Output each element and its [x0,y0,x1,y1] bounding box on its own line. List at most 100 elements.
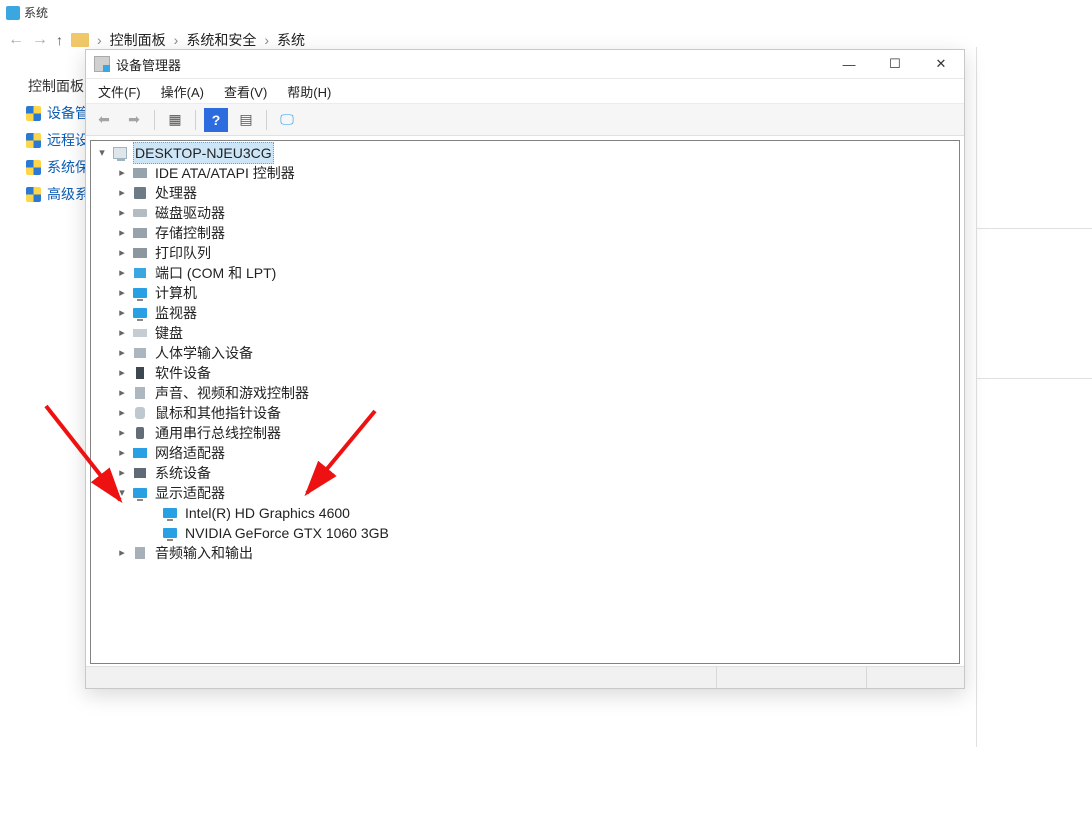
toolbar-scan-button[interactable]: 🖵 [275,108,299,132]
tree-twisty-icon[interactable]: ▸ [115,323,129,343]
tree-twisty-icon[interactable]: ▸ [115,463,129,483]
tree-twisty-icon[interactable]: ▸ [115,343,129,363]
tree-twisty-icon[interactable]: ▸ [115,263,129,283]
dm-toolbar: ⬅ ➡ ▦ ? ▤ 🖵 [86,104,964,136]
drive-icon [131,225,149,241]
tree-twisty-icon[interactable]: ▸ [115,543,129,563]
sys-icon [131,465,149,481]
tree-node-label[interactable]: 打印队列 [153,243,213,263]
tree-twisty-icon[interactable]: ▸ [115,243,129,263]
monitor-icon [131,285,149,301]
right-sep [976,228,1092,229]
tree-category-node[interactable]: ▸ 监视器 [95,303,959,323]
tree-category-node[interactable]: ▸ 声音、视频和游戏控制器 [95,383,959,403]
sw-icon [131,365,149,381]
menu-help[interactable]: 帮助(H) [287,82,331,101]
hid-icon [131,345,149,361]
tree-node-label[interactable]: 键盘 [153,323,185,343]
tree-node-label[interactable]: 磁盘驱动器 [153,203,227,223]
toolbar-show-hide-button[interactable]: ▦ [163,108,187,132]
tree-twisty-icon[interactable]: ▸ [115,363,129,383]
tree-category-node[interactable]: ▸ 键盘 [95,323,959,343]
tree-category-node[interactable]: ▸ 磁盘驱动器 [95,203,959,223]
kbd-icon [131,325,149,341]
tree-twisty-icon[interactable]: ▾ [95,143,109,163]
tree-node-label[interactable]: 鼠标和其他指针设备 [153,403,283,423]
nav-forward-icon[interactable]: → [32,31,48,49]
tree-twisty-icon[interactable]: ▾ [115,483,129,503]
tree-twisty-icon[interactable]: ▸ [115,283,129,303]
toolbar-properties-button[interactable]: ▤ [234,108,258,132]
dm-titlebar[interactable]: 设备管理器 — ☐ ✕ [86,50,964,79]
minimize-button[interactable]: — [826,50,872,78]
tree-category-node[interactable]: ▾ 显示适配器 [95,483,959,503]
breadcrumb[interactable]: 系统 [277,30,305,50]
tree-category-node[interactable]: ▸ 存储控制器 [95,223,959,243]
menu-action[interactable]: 操作(A) [161,82,204,101]
sound-icon [131,385,149,401]
tree-node-label[interactable]: NVIDIA GeForce GTX 1060 3GB [183,523,391,543]
folder-icon [71,33,89,47]
tree-node-label[interactable]: IDE ATA/ATAPI 控制器 [153,163,297,183]
nav-up-icon[interactable]: ↑ [56,32,63,48]
device-tree[interactable]: ▾DESKTOP-NJEU3CG▸IDE ATA/ATAPI 控制器▸处理器▸磁… [90,140,960,664]
tree-node-label[interactable]: 系统设备 [153,463,213,483]
tree-node-label[interactable]: DESKTOP-NJEU3CG [133,142,274,164]
menu-file[interactable]: 文件(F) [98,82,141,101]
mouse-icon [131,405,149,421]
tree-twisty-icon[interactable]: ▸ [115,183,129,203]
tree-root-node[interactable]: ▾ DESKTOP-NJEU3CG [95,143,959,163]
chip-icon [131,185,149,201]
tree-twisty-icon[interactable]: ▸ [115,423,129,443]
tree-twisty-icon[interactable]: ▸ [115,223,129,243]
tree-category-node[interactable]: ▸ 鼠标和其他指针设备 [95,403,959,423]
tree-twisty-icon[interactable]: ▸ [115,443,129,463]
tree-category-node[interactable]: ▸ 系统设备 [95,463,959,483]
tree-category-node[interactable]: ▸ 软件设备 [95,363,959,383]
menu-view[interactable]: 查看(V) [224,82,267,101]
tree-twisty-icon[interactable]: ▸ [115,163,129,183]
tree-node-label[interactable]: Intel(R) HD Graphics 4600 [183,503,352,523]
port-icon [131,265,149,281]
breadcrumb[interactable]: 系统和安全 [186,30,256,50]
tree-category-node[interactable]: ▸ 通用串行总线控制器 [95,423,959,443]
tree-twisty-icon[interactable]: ▸ [115,403,129,423]
nav-back-icon[interactable]: ← [8,31,24,49]
toolbar-help-button[interactable]: ? [204,108,228,132]
tree-category-node[interactable]: ▸ 音频输入和输出 [95,543,959,563]
breadcrumb[interactable]: 控制面板 [110,30,166,50]
pc-icon [111,145,129,161]
tree-node-label[interactable]: 处理器 [153,183,199,203]
printer-icon [131,245,149,261]
dm-menubar: 文件(F) 操作(A) 查看(V) 帮助(H) [86,79,964,104]
tree-twisty-icon[interactable]: ▸ [115,383,129,403]
tree-category-node[interactable]: ▸ IDE ATA/ATAPI 控制器 [95,163,959,183]
tree-category-node[interactable]: ▸ 处理器 [95,183,959,203]
tree-node-label[interactable]: 网络适配器 [153,443,227,463]
tree-node-label[interactable]: 软件设备 [153,363,213,383]
tree-node-label[interactable]: 计算机 [153,283,199,303]
tree-category-node[interactable]: ▸ 打印队列 [95,243,959,263]
tree-twisty-icon[interactable]: ▸ [115,203,129,223]
maximize-button[interactable]: ☐ [872,50,918,78]
monitor-icon [161,505,179,521]
tree-twisty-icon[interactable]: ▸ [115,303,129,323]
tree-category-node[interactable]: ▸ 端口 (COM 和 LPT) [95,263,959,283]
tree-node-label[interactable]: 存储控制器 [153,223,227,243]
tree-node-label[interactable]: 人体学输入设备 [153,343,255,363]
tree-node-label[interactable]: 监视器 [153,303,199,323]
tree-node-label[interactable]: 通用串行总线控制器 [153,423,283,443]
tree-category-node[interactable]: ▸ 人体学输入设备 [95,343,959,363]
crumb-sep-icon: › [264,32,269,48]
tree-category-node[interactable]: ▸ 计算机 [95,283,959,303]
close-button[interactable]: ✕ [918,50,964,78]
shield-icon [26,160,41,175]
tree-device-node[interactable]: ▸NVIDIA GeForce GTX 1060 3GB [95,523,959,543]
tree-device-node[interactable]: ▸Intel(R) HD Graphics 4600 [95,503,959,523]
tree-node-label[interactable]: 音频输入和输出 [153,543,255,563]
tree-category-node[interactable]: ▸ 网络适配器 [95,443,959,463]
tree-node-label[interactable]: 声音、视频和游戏控制器 [153,383,311,403]
tree-node-label[interactable]: 显示适配器 [153,483,227,503]
audio-icon [131,545,149,561]
tree-node-label[interactable]: 端口 (COM 和 LPT) [153,263,278,283]
